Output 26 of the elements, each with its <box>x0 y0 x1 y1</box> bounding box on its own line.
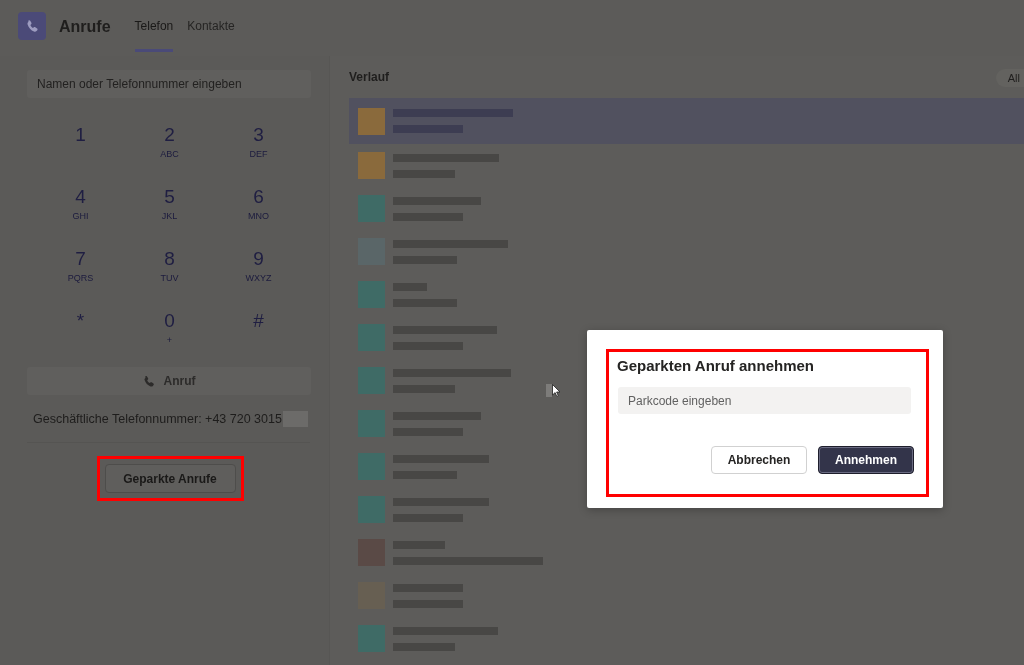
phone-app-icon <box>18 12 46 40</box>
scrollbar-thumb[interactable] <box>546 384 552 397</box>
keypad-key[interactable]: 0 + <box>125 304 214 366</box>
parked-calls-button[interactable]: Geparkte Anrufe <box>104 464 236 493</box>
keypad-key[interactable]: 3 DEF <box>214 118 303 180</box>
history-row[interactable] <box>349 98 1024 144</box>
keypad-key[interactable]: 5 JKL <box>125 180 214 242</box>
park-code-field[interactable]: Parkcode eingeben <box>618 387 911 414</box>
keypad-key[interactable]: 9 WXYZ <box>214 242 303 304</box>
keypad-key[interactable]: 2 ABC <box>125 118 214 180</box>
business-phone-number: Geschäftliche Telefonnummer: +43 720 3015 <box>33 411 282 427</box>
filter-button[interactable]: All <box>995 68 1024 87</box>
phone-icon <box>142 374 156 388</box>
tab[interactable]: Telefon <box>134 12 174 52</box>
keypad-key[interactable]: 8 TUV <box>125 242 214 304</box>
history-heading: Verlauf <box>349 70 390 84</box>
cancel-button[interactable]: Abbrechen <box>711 446 807 474</box>
app-title: Anrufe <box>59 17 111 36</box>
search-field[interactable]: Namen oder Telefonnummer eingeben <box>27 70 311 98</box>
dialog-title: Geparkten Anruf annehmen <box>617 356 815 376</box>
mouse-pointer-icon <box>552 384 560 397</box>
keypad-key[interactable]: * <box>36 304 125 366</box>
keypad-key[interactable]: 6 MNO <box>214 180 303 242</box>
accept-button[interactable]: Annehmen <box>818 446 914 474</box>
keypad-key[interactable]: 1 <box>36 118 125 180</box>
keypad-key[interactable]: # <box>214 304 303 366</box>
